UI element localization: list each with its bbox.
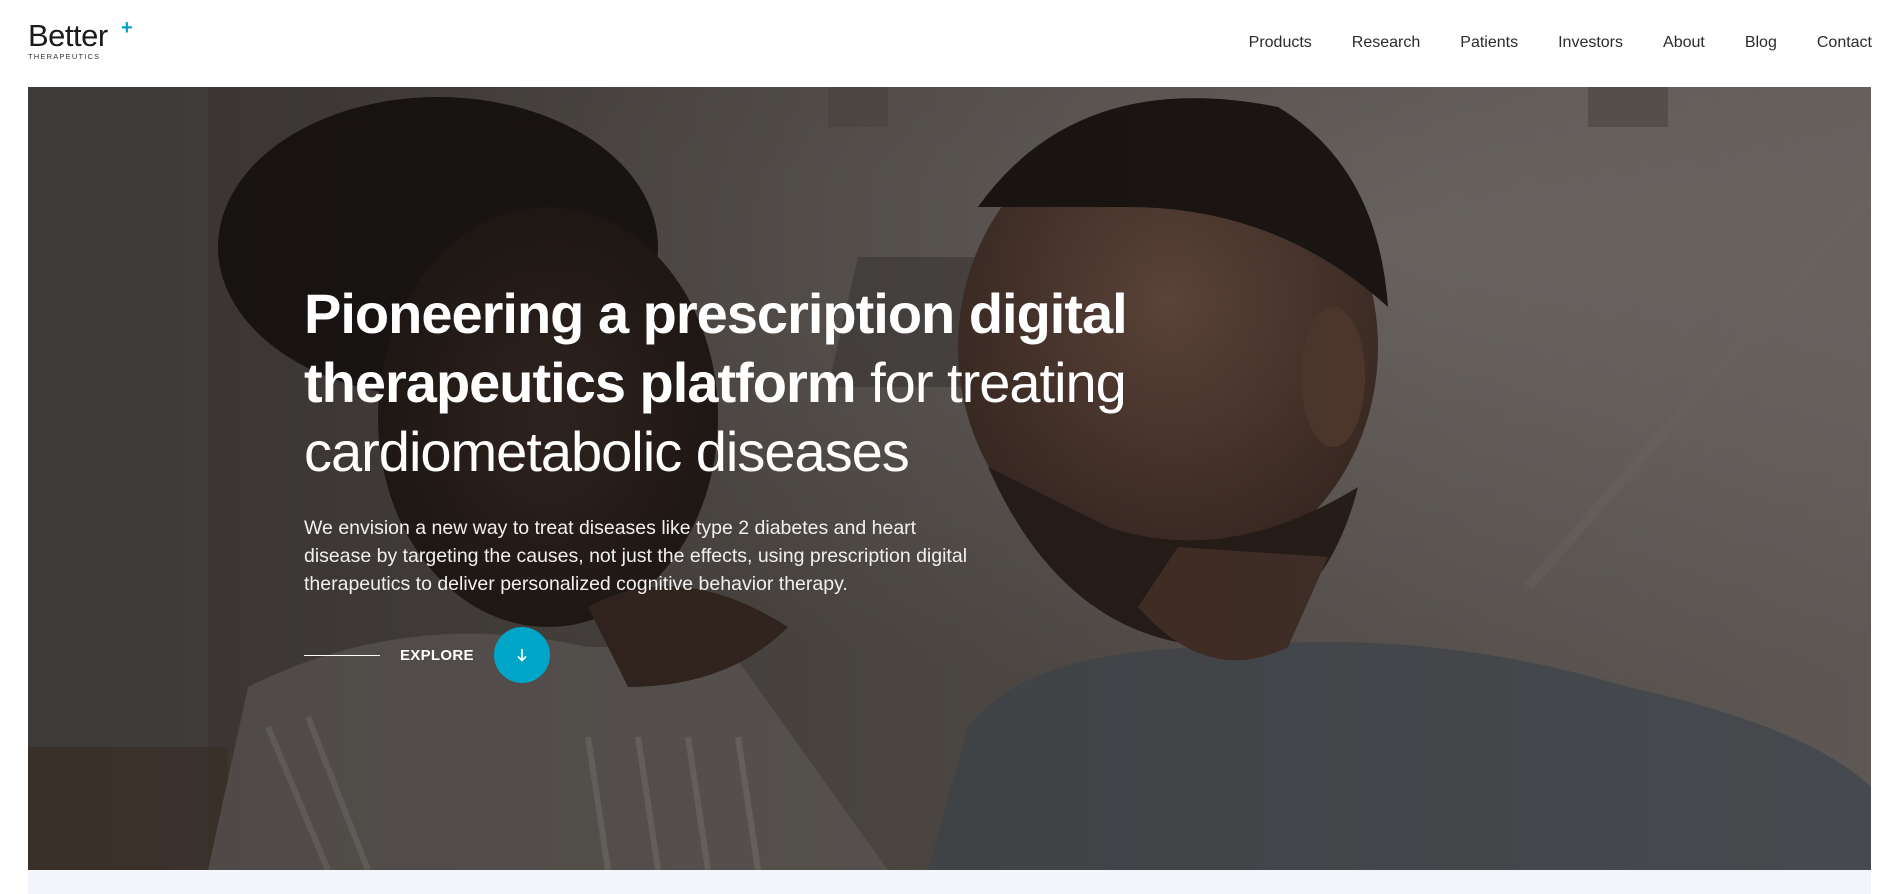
logo-plus-icon: +	[121, 17, 133, 39]
explore-cta[interactable]: EXPLORE	[304, 627, 550, 683]
next-section-peek	[28, 870, 1871, 894]
nav-research[interactable]: Research	[1352, 32, 1420, 54]
logo-subtitle: THERAPEUTICS	[28, 52, 101, 61]
explore-divider-line	[304, 654, 380, 656]
logo-wordmark: Better	[28, 18, 108, 53]
main-nav: Products Research Patients Investors Abo…	[1209, 32, 1872, 54]
site-header: Better + THERAPEUTICS Products Research …	[0, 0, 1900, 87]
hero-description: We envision a new way to treat diseases …	[304, 517, 968, 595]
hero-section: Pioneering a prescription digital therap…	[28, 87, 1871, 870]
nav-contact[interactable]: Contact	[1817, 32, 1872, 54]
hero-content: Pioneering a prescription digital therap…	[304, 279, 1204, 618]
nav-blog[interactable]: Blog	[1745, 32, 1777, 54]
explore-label[interactable]: EXPLORE	[400, 647, 474, 664]
logo[interactable]: Better + THERAPEUTICS	[28, 18, 133, 62]
nav-products[interactable]: Products	[1249, 32, 1312, 54]
nav-patients[interactable]: Patients	[1460, 32, 1518, 54]
explore-button[interactable]	[493, 627, 550, 683]
nav-about[interactable]: About	[1663, 32, 1705, 54]
hero-headline: Pioneering a prescription digital therap…	[304, 279, 1204, 486]
arrow-down-icon	[517, 649, 527, 662]
nav-investors[interactable]: Investors	[1558, 32, 1623, 54]
